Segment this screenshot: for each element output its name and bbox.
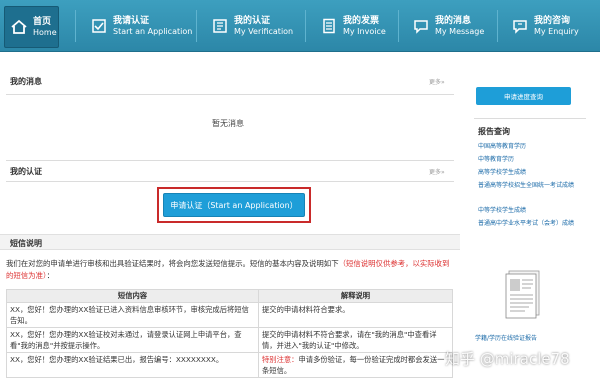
start-application-button[interactable]: 申请认证（Start an Application） (163, 193, 305, 217)
nav-my-message[interactable]: 我的消息 My Message (412, 0, 484, 52)
nav-start-application-label: 我请认证 (113, 16, 150, 27)
top-navigation: 首页 Home 我请认证 Start an Application 我的认证 M… (0, 0, 600, 52)
nav-home-label: 首页 (33, 17, 52, 28)
enquiry-icon (511, 17, 529, 35)
sms-explain-cell: 提交的申请材料符合要求。 (258, 302, 453, 328)
online-verification-report-link[interactable]: 学籍/学历在线验证报告 (475, 333, 537, 342)
nav-divider (305, 10, 306, 42)
nav-my-invoice-sublabel: My Invoice (343, 26, 386, 36)
table-row: XX，您好！您办理的XX验证校对未通过，请登录认证网上申请平台，查看"我的消息"… (6, 327, 453, 353)
sms-explain-cell: 特别注意：申请多份验证，每一份验证完成时都会发送一条短信。 (258, 352, 453, 378)
sms-content-cell: XX，您好！您办理的XX验证结果已出，报告编号：XXXXXXXX。 (6, 352, 259, 378)
nav-home-sublabel: Home (33, 27, 57, 37)
column-header-content: 短信内容 (6, 289, 259, 303)
message-icon (412, 17, 430, 35)
explain-note: 特别注意： (262, 355, 299, 364)
nav-my-message-label: 我的消息 (435, 16, 472, 27)
nav-my-invoice-label: 我的发票 (343, 16, 380, 27)
apply-icon (90, 17, 108, 35)
report-link-huikao-scores[interactable]: 普通高中学业水平考试（会考）成绩 (478, 219, 588, 228)
nav-divider (497, 10, 498, 42)
nav-divider (75, 10, 76, 42)
nav-my-invoice[interactable]: 我的发票 My Invoice (320, 0, 386, 52)
verification-more-link[interactable]: 更多» (429, 167, 445, 176)
report-link-college-grades[interactable]: 高等学校学生成绩 (478, 168, 588, 177)
watermark: 知乎 @miracle78 (445, 350, 570, 368)
sms-description-tail: ： (46, 271, 55, 280)
sms-table-header: 短信内容 解释说明 (6, 289, 453, 303)
report-document-icon[interactable] (503, 270, 543, 320)
nav-divider (196, 10, 197, 42)
nav-home[interactable]: 首页 Home (4, 6, 59, 48)
nav-my-verification-label: 我的认证 (234, 16, 271, 27)
report-link-secondary-education[interactable]: 中等教育学历 (478, 155, 588, 164)
progress-query-button[interactable]: 申请进度查询 (476, 87, 571, 105)
sms-explain-cell: 提交的申请材料不符合要求，请在"我的消息"中查看详情，并进入"我的认证"中修改。 (258, 327, 453, 353)
report-link-higher-education[interactable]: 中国高等教育学历 (478, 142, 588, 151)
table-row: XX，您好！您办理的XX验证已进入资料信息审核环节，审核完成后将短信告知。 提交… (6, 302, 453, 328)
nav-my-enquiry-label: 我的咨询 (534, 16, 571, 27)
divider (6, 94, 454, 95)
sms-content-cell: XX，您好！您办理的XX验证校对未通过，请登录认证网上申请平台，查看"我的消息"… (6, 327, 259, 353)
verification-section-title: 我的认证 (10, 167, 42, 176)
empty-messages-text: 暂无消息 (212, 119, 244, 128)
home-icon (10, 18, 28, 36)
nav-my-enquiry-sublabel: My Enquiry (534, 26, 579, 36)
sms-content-cell: XX，您好！您办理的XX验证已进入资料信息审核环节，审核完成后将短信告知。 (6, 302, 259, 328)
report-link-gaokao-scores[interactable]: 普通高等学校招生全国统一考试成绩 (478, 181, 588, 190)
sms-table: 短信内容 解释说明 XX，您好！您办理的XX验证已进入资料信息审核环节，审核完成… (6, 289, 453, 378)
nav-my-enquiry[interactable]: 我的咨询 My Enquiry (511, 0, 579, 52)
sms-description-text: 我们在对您的申请单进行审核和出具验证结果时，将会向您发送短信提示。短信的基本内容… (6, 259, 339, 268)
nav-my-verification-sublabel: My Verification (234, 26, 294, 36)
nav-my-verification[interactable]: 我的认证 My Verification (211, 0, 293, 52)
nav-divider (398, 10, 399, 42)
report-query-title: 报告查询 (478, 127, 510, 136)
divider (474, 118, 586, 119)
verification-icon (211, 17, 229, 35)
column-header-explain: 解释说明 (258, 289, 453, 303)
messages-section-title: 我的消息 (10, 77, 42, 86)
sms-section-header: 短信说明 (0, 234, 460, 250)
sms-section-title: 短信说明 (10, 239, 42, 248)
sms-description: 我们在对您的申请单进行审核和出具验证结果时，将会向您发送短信提示。短信的基本内容… (6, 258, 452, 282)
explain-text: 提交的申请材料不符合要求，请在"我的消息"中查看详情，并进入"我的认证"中修改。 (262, 330, 437, 350)
report-link-secondary-grades[interactable]: 中等学校学生成绩 (478, 206, 588, 215)
nav-my-message-sublabel: My Message (435, 26, 485, 36)
divider (6, 181, 454, 182)
messages-more-link[interactable]: 更多» (429, 77, 445, 86)
divider (6, 160, 454, 161)
apply-button-highlight: 申请认证（Start an Application） (157, 187, 311, 223)
invoice-icon (320, 17, 338, 35)
nav-start-application[interactable]: 我请认证 Start an Application (90, 0, 192, 52)
explain-text: 提交的申请材料符合要求。 (262, 305, 350, 314)
table-row: XX，您好！您办理的XX验证结果已出，报告编号：XXXXXXXX。 特别注意：申… (6, 352, 453, 378)
nav-start-application-sublabel: Start an Application (113, 26, 193, 36)
